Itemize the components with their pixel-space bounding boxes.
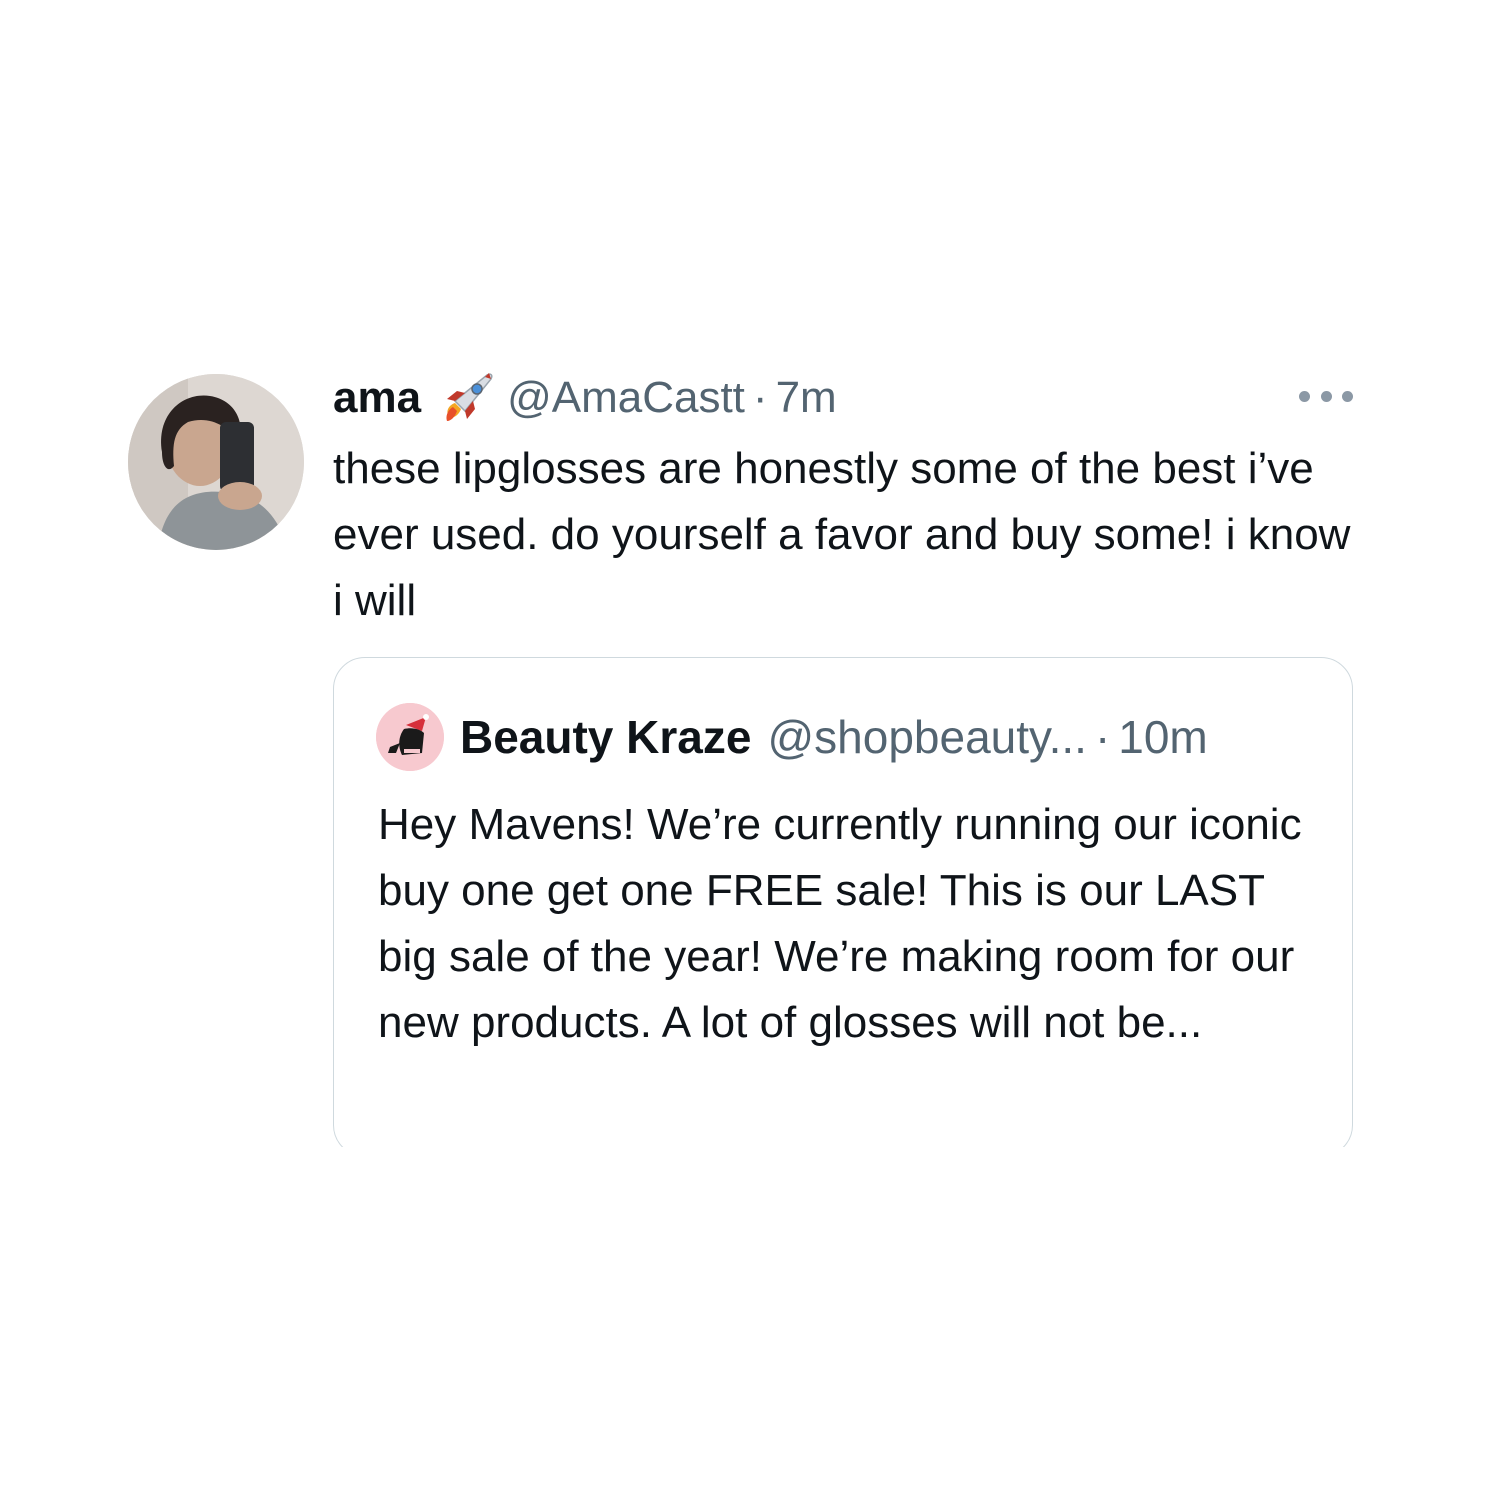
author-name[interactable]: ama xyxy=(333,373,421,423)
quoted-author-name: Beauty Kraze xyxy=(460,711,752,763)
quoted-author-avatar xyxy=(376,703,444,771)
quoted-timestamp: 10m xyxy=(1118,711,1208,763)
quoted-tweet-header: Beauty Kraze @shopbeauty... · 10m xyxy=(376,702,1208,772)
more-horizontal-icon[interactable] xyxy=(1299,386,1353,406)
author-handle[interactable]: @AmaCastt xyxy=(507,373,745,423)
quoted-separator-dot: · xyxy=(1094,711,1111,763)
quoted-tweet-text: Hey Mavens! We’re currently running our … xyxy=(378,800,1302,1047)
tweet-header: ama @AmaCastt · 7m xyxy=(333,368,1353,428)
rocket-icon xyxy=(435,367,497,429)
author-avatar[interactable] xyxy=(128,374,304,550)
quoted-author-handle: @shopbeauty... xyxy=(767,711,1087,763)
separator-dot: · xyxy=(752,373,768,422)
tweet-text: these lipglosses are honestly some of th… xyxy=(333,444,1351,625)
quoted-card-crop xyxy=(323,1147,1363,1187)
tweet-timestamp[interactable]: 7m xyxy=(776,373,837,423)
quoted-tweet-card[interactable]: Beauty Kraze @shopbeauty... · 10m Hey Ma… xyxy=(333,657,1353,1157)
